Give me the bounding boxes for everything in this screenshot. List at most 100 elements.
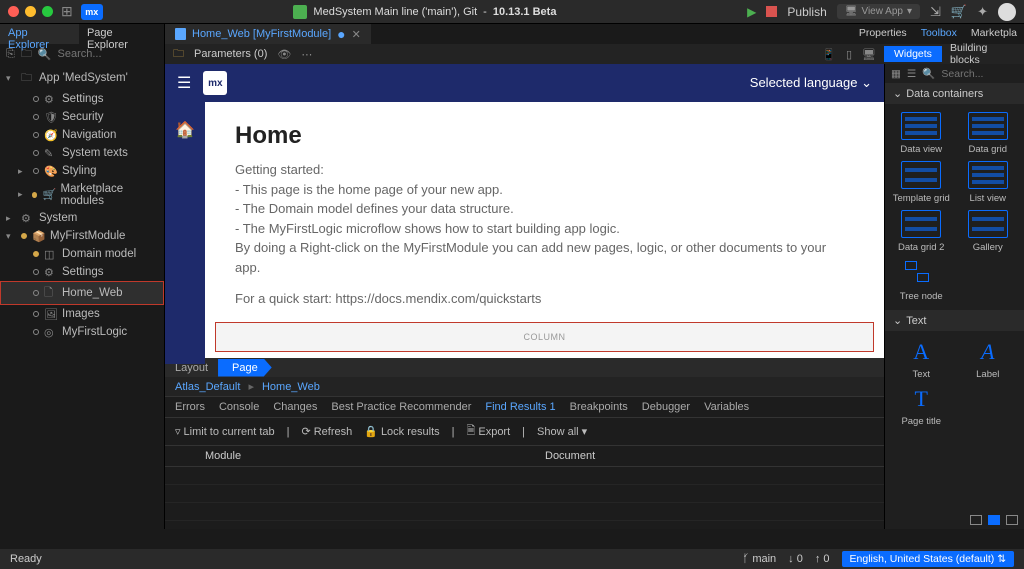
window-minimize[interactable] [25,6,36,17]
group-text[interactable]: ⌄Text [885,310,1024,331]
widget-data-grid[interactable]: Data grid [958,112,1019,155]
apps-grid-icon[interactable]: ⊞ [61,3,73,20]
stop-icon[interactable] [766,6,777,17]
tree-module-settings[interactable]: ⚙Settings [0,263,164,281]
parameters-label[interactable]: Parameters (0) [194,48,267,60]
publish-button[interactable]: Publish [787,5,826,19]
column-placeholder[interactable]: COLUMN [215,322,874,352]
tablet-icon[interactable]: ▯ [846,48,852,61]
page-icon [175,28,186,40]
tree-system-texts[interactable]: ✎System texts [0,144,164,162]
folder-icon: 🗀 [173,45,184,64]
new-file-icon[interactable]: ⎘ [6,48,15,61]
editor-tab-home-web[interactable]: Home_Web [MyFirstModule] ● ✕ [165,24,371,44]
widget-gallery[interactable]: Gallery [958,210,1019,253]
tab-app-explorer[interactable]: App Explorer [0,24,79,44]
intro-line-1: - This page is the home page of your new… [235,180,854,200]
window-close[interactable] [8,6,19,17]
tree-security[interactable]: 🛡Security [0,108,164,126]
group-data-containers[interactable]: ⌄Data containers [885,83,1024,104]
new-folder-icon[interactable]: 🗀 [21,45,32,64]
tab-errors[interactable]: Errors [175,401,205,413]
breadcrumb-home-web[interactable]: Home_Web [262,381,320,393]
tab-variables[interactable]: Variables [704,401,749,413]
title-version: 10.13.1 Beta [493,6,557,18]
cart-icon[interactable]: 🛒 [951,4,967,20]
tree-marketplace-modules[interactable]: ▸🛒Marketplace modules [0,180,164,209]
table-row [165,485,884,503]
close-tab-icon[interactable]: ✕ [352,28,361,41]
column-document[interactable]: Document [545,450,874,462]
tree-navigation[interactable]: 🧭Navigation [0,126,164,144]
status-ready: Ready [10,553,42,565]
tree-myfirstmodule[interactable]: ▾📦MyFirstModule [0,227,164,245]
title-app-name: MedSystem Main line ('main'), Git [313,6,477,18]
table-row [165,467,884,485]
tab-properties[interactable]: Properties [852,24,914,44]
language-dropdown[interactable]: English, United States (default) ⇅ [842,551,1014,567]
widget-page-title[interactable]: TPage title [891,386,952,427]
lock-results-button[interactable]: 🔒 Lock results [364,425,439,438]
intro-line-3: - The MyFirstLogic microflow shows how t… [235,219,854,239]
search-icon: 🔍 [38,48,52,61]
tree-home-web[interactable]: 🗋Home_Web [0,281,164,305]
mx-logo-icon: mx [81,4,103,20]
widget-label[interactable]: ALabel [958,339,1019,380]
list-view-icon[interactable]: ☰ [907,68,916,80]
widget-template-grid[interactable]: Template grid [891,161,952,204]
phone-icon[interactable]: 📱 [822,48,836,61]
document-icon [293,5,307,19]
widget-list-view[interactable]: List view [958,161,1019,204]
tree-myfirstlogic[interactable]: ◎MyFirstLogic [0,323,164,341]
breadcrumb-atlas[interactable]: Atlas_Default [175,381,240,393]
refresh-button[interactable]: ⟳ Refresh [301,425,352,438]
tree-styling[interactable]: ▸🎨Styling [0,162,164,180]
tab-find-results[interactable]: Find Results 1 [485,401,555,413]
column-module[interactable]: Module [205,450,545,462]
user-avatar[interactable] [998,3,1016,21]
widget-text[interactable]: AText [891,339,952,380]
tab-page-explorer[interactable]: Page Explorer [79,24,164,44]
export-button[interactable]: 🗎 Export [467,422,511,441]
tree-images[interactable]: 🖼Images [0,305,164,323]
toolbox-search-input[interactable] [941,68,1001,80]
widget-tree-node[interactable]: Tree node [891,259,952,302]
tree-domain-model[interactable]: ◫Domain model [0,245,164,263]
layout-icon-1[interactable] [970,515,982,525]
widget-data-grid-2[interactable]: Data grid 2 [891,210,952,253]
window-maximize[interactable] [42,6,53,17]
visibility-icon[interactable]: 👁 [277,48,291,61]
tab-breakpoints[interactable]: Breakpoints [570,401,628,413]
tree-system[interactable]: ▸⚙System [0,209,164,227]
page-heading: Home [235,122,854,150]
git-branch[interactable]: ᚶ main [743,553,777,565]
tab-debugger[interactable]: Debugger [642,401,690,413]
hamburger-icon[interactable]: ☰ [177,73,191,93]
home-icon[interactable]: 🏠 [175,120,195,364]
mx-app-logo: mx [203,71,227,95]
page-canvas[interactable]: Home Getting started: - This page is the… [205,102,884,358]
more-icon[interactable]: ⋯ [301,48,312,61]
breadcrumb-page[interactable]: Page [218,359,272,377]
selected-language-dropdown[interactable]: Selected language ⌄ [750,75,872,91]
tree-settings[interactable]: ⚙Settings [0,90,164,108]
link-icon[interactable]: ⇲ [930,4,941,20]
layout-icon-3[interactable] [1006,515,1018,525]
tree-root[interactable]: ▾🗀App 'MedSystem' [0,66,164,90]
git-outgoing: ↑ 0 [815,553,830,565]
show-all-dropdown[interactable]: Show all ▾ [537,425,587,438]
subtab-widgets[interactable]: Widgets [884,46,942,62]
limit-to-tab-toggle[interactable]: ▿ Limit to current tab [175,425,275,438]
view-app-button[interactable]: 🖥View App▾ [837,4,920,19]
tab-console[interactable]: Console [219,401,259,413]
grid-view-icon[interactable]: ▦ [891,68,901,80]
explorer-search-input[interactable] [58,48,138,60]
table-row [165,503,884,521]
desktop-icon[interactable]: 🖥 [862,48,876,61]
plugin-icon[interactable]: ✦ [977,4,988,20]
layout-icon-2[interactable] [988,515,1000,525]
tab-bpr[interactable]: Best Practice Recommender [331,401,471,413]
run-icon[interactable]: ▶ [747,5,756,19]
tab-changes[interactable]: Changes [273,401,317,413]
widget-data-view[interactable]: Data view [891,112,952,155]
